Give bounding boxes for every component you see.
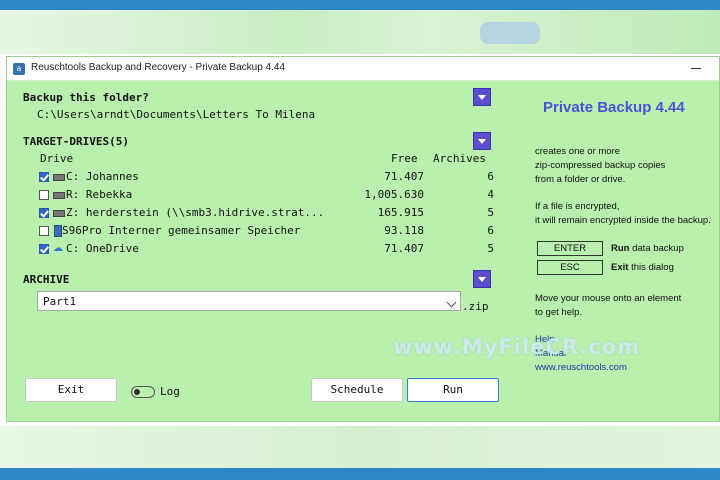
blurred-desktop-element (480, 22, 540, 44)
app-window: a Reuschtools Backup and Recovery - Priv… (6, 56, 720, 422)
desktop-top-edge (0, 0, 720, 10)
esc-key-description: Exit this dialog (611, 262, 674, 273)
drive-archives: 6 (487, 170, 494, 183)
drive-free: 165.915 (377, 206, 424, 219)
archive-extension: .zip (462, 300, 489, 313)
drive-label: C: OneDrive (66, 242, 139, 255)
drive-label: Z: herderstein (\\smb3.hidrive.strat... (66, 206, 325, 219)
drive-free: 93.118 (384, 224, 424, 237)
enter-key-description: Run data backup (611, 243, 684, 254)
drive-row[interactable]: ☁ C: OneDrive 71.407 5 (39, 241, 499, 257)
info-encryption-note: If a file is encrypted, (535, 201, 620, 212)
desktop-bottom-edge (0, 468, 720, 480)
archive-dropdown-button[interactable] (473, 270, 491, 288)
watermark: www.MyFileCR.com (393, 335, 641, 359)
chevron-down-icon[interactable] (446, 297, 457, 308)
run-button[interactable]: Run (407, 378, 499, 402)
mouse-help-hint: to get help. (535, 307, 583, 318)
drive-checkbox[interactable] (39, 208, 49, 218)
drive-row[interactable]: R: Rebekka 1,005.630 4 (39, 187, 499, 203)
info-description: from a folder or drive. (535, 174, 626, 185)
drive-row[interactable]: C: Johannes 71.407 6 (39, 169, 499, 185)
hard-drive-icon (53, 174, 65, 181)
title-bar[interactable]: a Reuschtools Backup and Recovery - Priv… (7, 57, 719, 81)
column-header-drive: Drive (40, 152, 74, 165)
drive-row[interactable]: S96Pro Interner gemeinsamer Speicher 93.… (39, 223, 499, 239)
website-link[interactable]: www.reuschtools.com (535, 362, 627, 373)
drives-dropdown-button[interactable] (473, 132, 491, 150)
app-icon: a (13, 63, 25, 75)
info-description: zip-compressed backup copies (535, 160, 666, 171)
exit-button[interactable]: Exit (25, 378, 117, 402)
column-header-archives: Archives (433, 152, 486, 165)
window-title: Reuschtools Backup and Recovery - Privat… (31, 62, 286, 73)
info-description: creates one or more (535, 146, 621, 157)
schedule-button[interactable]: Schedule (311, 378, 403, 402)
desktop-background-bottom (0, 426, 720, 468)
info-encryption-note: it will remain encrypted inside the back… (535, 215, 711, 226)
drive-free: 71.407 (384, 170, 424, 183)
drive-archives: 4 (487, 188, 494, 201)
phone-icon (54, 225, 62, 237)
network-drive-icon (53, 210, 65, 217)
folder-dropdown-button[interactable] (473, 88, 491, 106)
drive-free: 71.407 (384, 242, 424, 255)
backup-folder-heading: Backup this folder? (23, 91, 149, 104)
backup-folder-path[interactable]: C:\Users\arndt\Documents\Letters To Mile… (37, 108, 315, 121)
drive-archives: 5 (487, 206, 494, 219)
drive-checkbox[interactable] (39, 244, 49, 254)
drive-label: S96Pro Interner gemeinsamer Speicher (62, 224, 301, 237)
drive-label: R: Rebekka (66, 188, 133, 201)
enter-key-badge: ENTER (537, 241, 603, 256)
archive-heading: ARCHIVE (23, 273, 70, 286)
archive-name-combobox[interactable]: Part1 (37, 291, 461, 311)
mouse-help-hint: Move your mouse onto an element (535, 293, 682, 304)
drive-archives: 5 (487, 242, 494, 255)
drive-checkbox[interactable] (39, 190, 49, 200)
column-header-free: Free (391, 152, 418, 165)
drive-archives: 6 (487, 224, 494, 237)
drive-free: 1,005.630 (364, 188, 424, 201)
log-label: Log (160, 385, 180, 398)
archive-name-value: Part1 (43, 295, 77, 308)
drive-label: C: Johannes (66, 170, 139, 183)
info-title: Private Backup 4.44 (543, 99, 685, 116)
desktop-background-top (0, 10, 720, 54)
minimize-button[interactable] (687, 61, 707, 75)
esc-key-badge: ESC (537, 260, 603, 275)
log-toggle[interactable] (131, 386, 155, 398)
drive-row[interactable]: Z: herderstein (\\smb3.hidrive.strat... … (39, 205, 499, 221)
drive-checkbox[interactable] (39, 226, 49, 236)
drive-checkbox[interactable] (39, 172, 49, 182)
target-drives-heading: TARGET-DRIVES(5) (23, 135, 129, 148)
onedrive-icon: ☁ (53, 243, 63, 254)
hard-drive-icon (53, 192, 65, 199)
